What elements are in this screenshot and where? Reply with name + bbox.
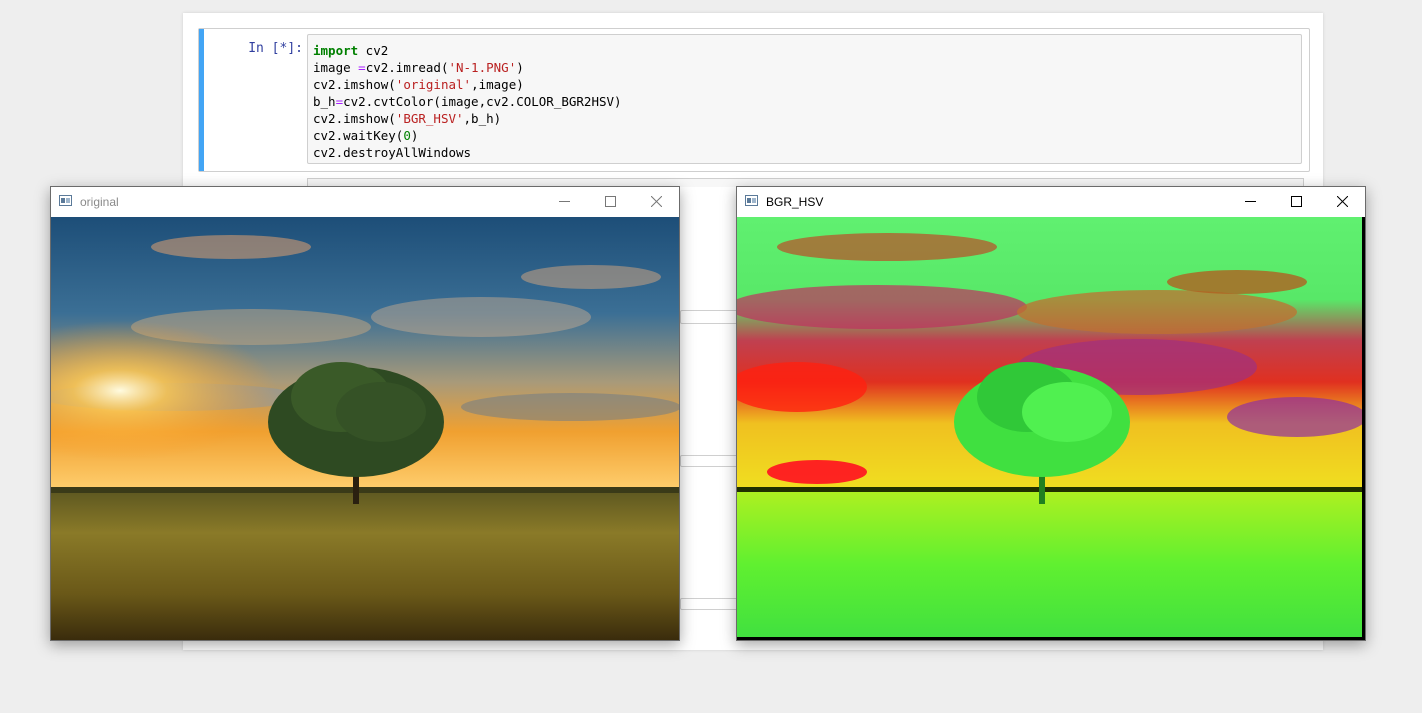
minimize-button[interactable]: [1229, 188, 1273, 216]
close-button[interactable]: [1321, 188, 1365, 216]
close-button[interactable]: [635, 188, 679, 216]
empty-cell[interactable]: [680, 455, 738, 467]
window-bgr-hsv[interactable]: BGR_HSV: [736, 186, 1366, 641]
window-title: original: [80, 195, 119, 209]
cell-prompt: In [*]:: [248, 41, 303, 56]
landscape-hsv-image: [737, 217, 1362, 637]
maximize-button[interactable]: [1275, 188, 1319, 216]
hsv-image: [737, 217, 1365, 640]
window-titlebar[interactable]: original: [51, 187, 679, 217]
window-title: BGR_HSV: [766, 195, 824, 209]
close-icon: [1337, 196, 1348, 207]
code-line: image =cv2.imread('N-1.PNG'): [313, 60, 524, 75]
empty-cell[interactable]: [680, 310, 738, 324]
window-titlebar[interactable]: BGR_HSV: [737, 187, 1365, 217]
code-line: cv2.imshow('BGR_HSV',b_h): [313, 111, 502, 126]
code-editor[interactable]: import cv2 image =cv2.imread('N-1.PNG') …: [307, 34, 1302, 164]
empty-cell[interactable]: [680, 598, 738, 610]
maximize-icon: [605, 196, 616, 207]
window-original[interactable]: original: [50, 186, 680, 641]
cell-selection-bar: [199, 29, 204, 171]
window-icon: [745, 195, 758, 206]
minimize-icon: [559, 201, 570, 202]
original-image: [51, 217, 679, 640]
code-line: b_h=cv2.cvtColor(image,cv2.COLOR_BGR2HSV…: [313, 94, 622, 109]
code-line: cv2.waitKey(0): [313, 128, 419, 143]
code-cell[interactable]: In [*]: import cv2 image =cv2.imread('N-…: [198, 28, 1310, 172]
code-line: cv2.destroyAllWindows: [313, 145, 472, 160]
code-line: cv2.imshow('original',image): [313, 77, 524, 92]
minimize-icon: [1245, 201, 1256, 202]
minimize-button[interactable]: [543, 188, 587, 216]
close-icon: [651, 196, 662, 207]
maximize-icon: [1291, 196, 1302, 207]
code-line: import cv2: [313, 43, 389, 58]
window-icon: [59, 195, 72, 206]
landscape-image: [51, 217, 679, 640]
maximize-button[interactable]: [589, 188, 633, 216]
